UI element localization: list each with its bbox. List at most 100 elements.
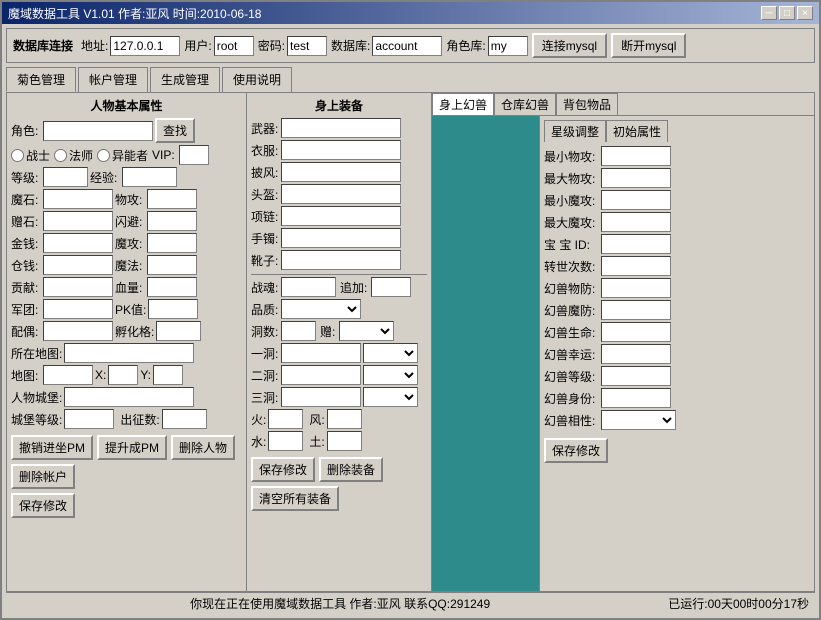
physatk-input[interactable] (147, 189, 197, 209)
y-input[interactable] (153, 365, 183, 385)
tab-star-adjust[interactable]: 星级调整 (544, 120, 606, 142)
warehouse-input[interactable] (43, 255, 113, 275)
gift-select[interactable] (339, 321, 394, 341)
creature-body-input[interactable] (601, 388, 671, 408)
magicatk-input[interactable] (147, 233, 197, 253)
esper-radio[interactable]: 异能者 (97, 147, 148, 164)
connect-mysql-button[interactable]: 连接mysql (532, 33, 607, 58)
level-input[interactable] (43, 167, 88, 187)
weapon-input[interactable] (281, 118, 401, 138)
add-input[interactable] (371, 277, 411, 297)
gold-input[interactable] (43, 233, 113, 253)
save-char-button[interactable]: 保存修改 (11, 493, 75, 518)
close-button[interactable]: × (797, 6, 813, 20)
companion-input[interactable] (43, 321, 113, 341)
transfer-input[interactable] (601, 256, 671, 276)
tab-warehouse-creature[interactable]: 仓库幻兽 (494, 93, 556, 115)
disconnect-mysql-button[interactable]: 断开mysql (611, 33, 686, 58)
army-label: 军团: (11, 301, 41, 318)
fire-input[interactable] (268, 409, 303, 429)
bracelet-input[interactable] (281, 228, 401, 248)
address-input[interactable] (110, 36, 180, 56)
gem-input[interactable] (43, 211, 113, 231)
bracelet-label: 手镯: (251, 230, 279, 247)
clothes-input[interactable] (281, 140, 401, 160)
wind-input[interactable] (327, 409, 362, 429)
creature-luck-input[interactable] (601, 344, 671, 364)
hole2-input[interactable] (281, 365, 361, 385)
user-input[interactable] (214, 36, 254, 56)
vip-input[interactable] (179, 145, 209, 165)
delete-account-button[interactable]: 删除帐户 (11, 464, 75, 489)
exped-input[interactable] (162, 409, 207, 429)
earth-input[interactable] (327, 431, 362, 451)
creature-def-input[interactable] (601, 278, 671, 298)
cloak-input[interactable] (281, 162, 401, 182)
transfer-label: 转世次数: (544, 258, 599, 275)
search-button[interactable]: 查找 (155, 118, 195, 143)
hole1-input[interactable] (281, 343, 361, 363)
currentmap-input[interactable] (64, 343, 194, 363)
flash-input[interactable] (147, 211, 197, 231)
tab-help[interactable]: 使用说明 (222, 67, 292, 92)
password-input[interactable] (287, 36, 327, 56)
role-input[interactable] (43, 121, 153, 141)
magicstone-input[interactable] (43, 189, 113, 209)
role-label: 角色: (11, 122, 41, 139)
hole2-select[interactable] (363, 365, 418, 385)
hatch-input[interactable] (156, 321, 201, 341)
water-input[interactable] (268, 431, 303, 451)
tab-generate-mgmt[interactable]: 生成管理 (150, 67, 220, 92)
hole1-label: 一洞: (251, 345, 279, 362)
creature-magicdef-input[interactable] (601, 300, 671, 320)
roledb-input[interactable] (488, 36, 528, 56)
tab-account-mgmt[interactable]: 帐户管理 (78, 67, 148, 92)
max-magicatk-input[interactable] (601, 212, 671, 232)
tab-color-mgmt[interactable]: 菊色管理 (6, 67, 76, 92)
hp-input[interactable] (147, 277, 197, 297)
window-title: 魔域数据工具 V1.01 作者:亚风 时间:2010-06-18 (8, 5, 261, 22)
min-magicatk-input[interactable] (601, 190, 671, 210)
tab-body-creature[interactable]: 身上幻兽 (432, 93, 494, 115)
helmet-input[interactable] (281, 184, 401, 204)
creature-level-input[interactable] (601, 366, 671, 386)
delete-char-button[interactable]: 删除人物 (171, 435, 235, 460)
x-input[interactable] (108, 365, 138, 385)
revoke-pm-button[interactable]: 撤销进坐PM (11, 435, 93, 460)
save-equip-button[interactable]: 保存修改 (251, 457, 315, 482)
db-input[interactable] (372, 36, 442, 56)
creature-id-row: 宝 宝 ID: (544, 234, 810, 254)
max-physatk-input[interactable] (601, 168, 671, 188)
exp-input[interactable] (122, 167, 177, 187)
battlesoul-input[interactable] (281, 277, 336, 297)
clear-equip-button[interactable]: 清空所有装备 (251, 486, 339, 511)
map-input[interactable] (43, 365, 93, 385)
quality-select[interactable] (281, 299, 361, 319)
minimize-button[interactable]: ─ (761, 6, 777, 20)
tab-backpack-items[interactable]: 背包物品 (556, 93, 618, 115)
maximize-button[interactable]: □ (779, 6, 795, 20)
contribution-input[interactable] (43, 277, 113, 297)
creature-nature-select[interactable] (601, 410, 676, 430)
currentmap-row: 所在地图: (11, 343, 242, 363)
pk-input[interactable] (148, 299, 198, 319)
promote-pm-button[interactable]: 提升成PM (97, 435, 167, 460)
magicpower-input[interactable] (147, 255, 197, 275)
creature-hp-input[interactable] (601, 322, 671, 342)
castle-input[interactable] (64, 387, 194, 407)
shoes-input[interactable] (281, 250, 401, 270)
necklace-input[interactable] (281, 206, 401, 226)
hole1-select[interactable] (363, 343, 418, 363)
mage-radio[interactable]: 法师 (54, 147, 93, 164)
delete-equip-button[interactable]: 删除装备 (319, 457, 383, 482)
hole3-select[interactable] (363, 387, 418, 407)
tab-initial-attr[interactable]: 初始属性 (606, 120, 668, 142)
creature-id-input[interactable] (601, 234, 671, 254)
min-physatk-input[interactable] (601, 146, 671, 166)
army-input[interactable] (43, 299, 113, 319)
holes-input[interactable] (281, 321, 316, 341)
save-star-button[interactable]: 保存修改 (544, 438, 608, 463)
castlelevel-input[interactable] (64, 409, 114, 429)
warrior-radio[interactable]: 战士 (11, 147, 50, 164)
hole3-input[interactable] (281, 387, 361, 407)
